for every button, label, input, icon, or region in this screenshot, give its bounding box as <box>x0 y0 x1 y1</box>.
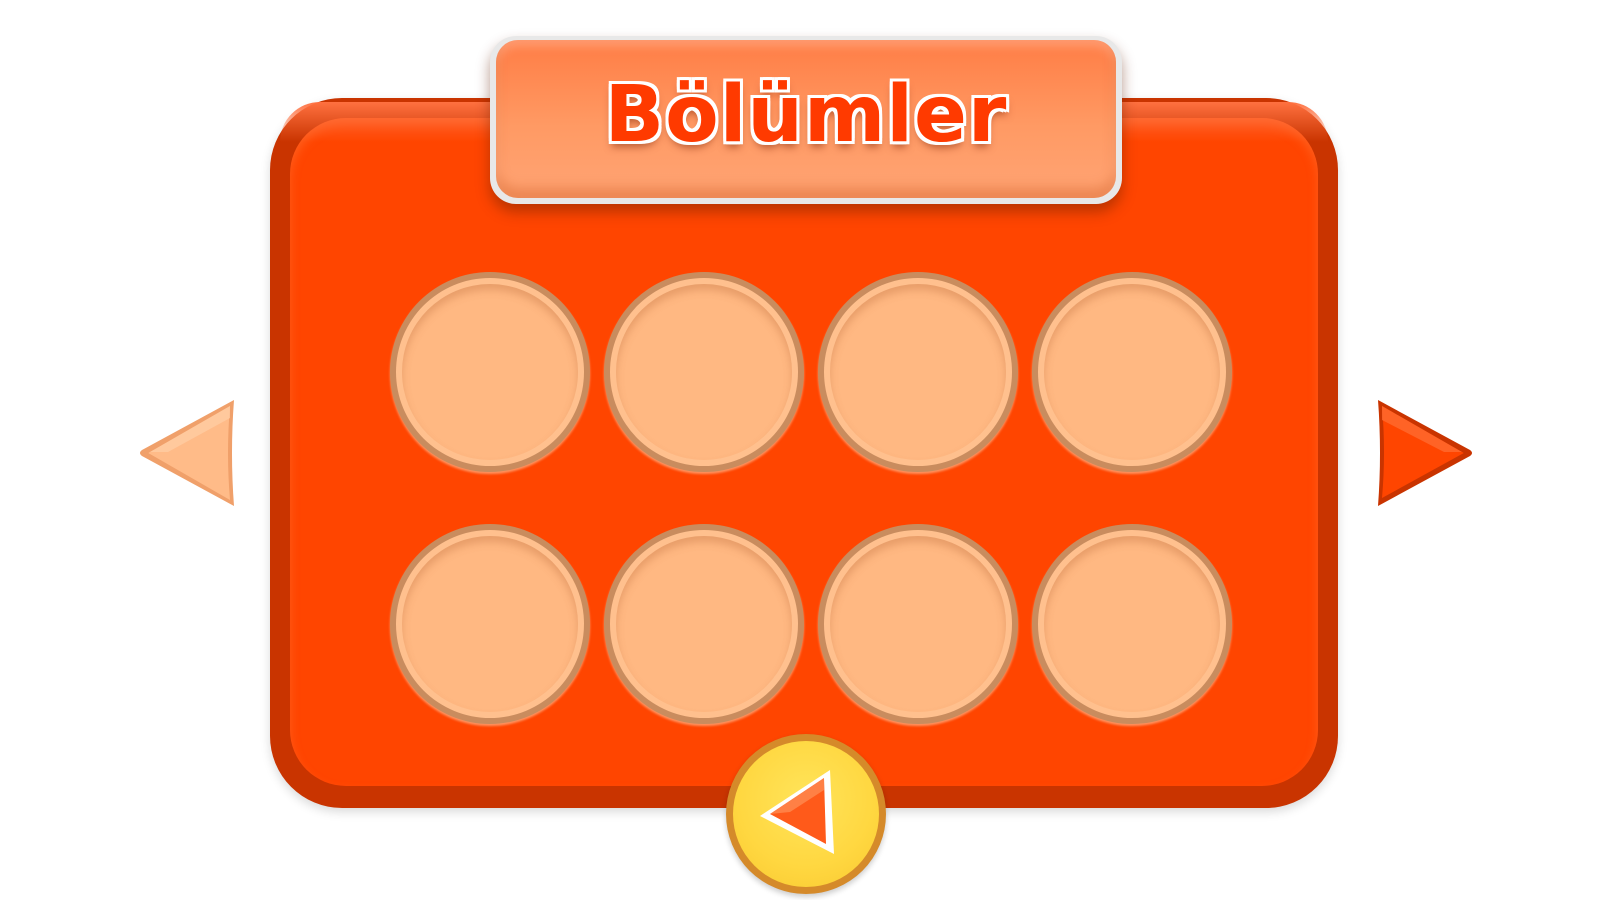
level-slot-3[interactable] <box>818 272 1018 472</box>
level-slot-5[interactable] <box>390 524 590 724</box>
level-slot-2[interactable] <box>604 272 804 472</box>
triangle-left-icon <box>140 400 234 506</box>
level-slot-8[interactable] <box>1032 524 1232 724</box>
level-grid <box>390 272 1232 732</box>
triangle-right-icon <box>1378 400 1472 506</box>
level-slot-4[interactable] <box>1032 272 1232 472</box>
title-plaque-inner: Bölümler <box>496 40 1116 198</box>
next-page-button[interactable] <box>1374 398 1474 508</box>
level-select-screen: Bölümler <box>0 0 1600 900</box>
back-button[interactable] <box>726 734 886 894</box>
level-slot-1[interactable] <box>390 272 590 472</box>
level-slot-7[interactable] <box>818 524 1018 724</box>
page-title: Bölümler <box>604 70 1008 160</box>
previous-page-button[interactable] <box>138 398 238 508</box>
level-slot-6[interactable] <box>604 524 804 724</box>
title-plaque: Bölümler <box>490 36 1122 204</box>
back-arrow-icon <box>760 770 834 854</box>
